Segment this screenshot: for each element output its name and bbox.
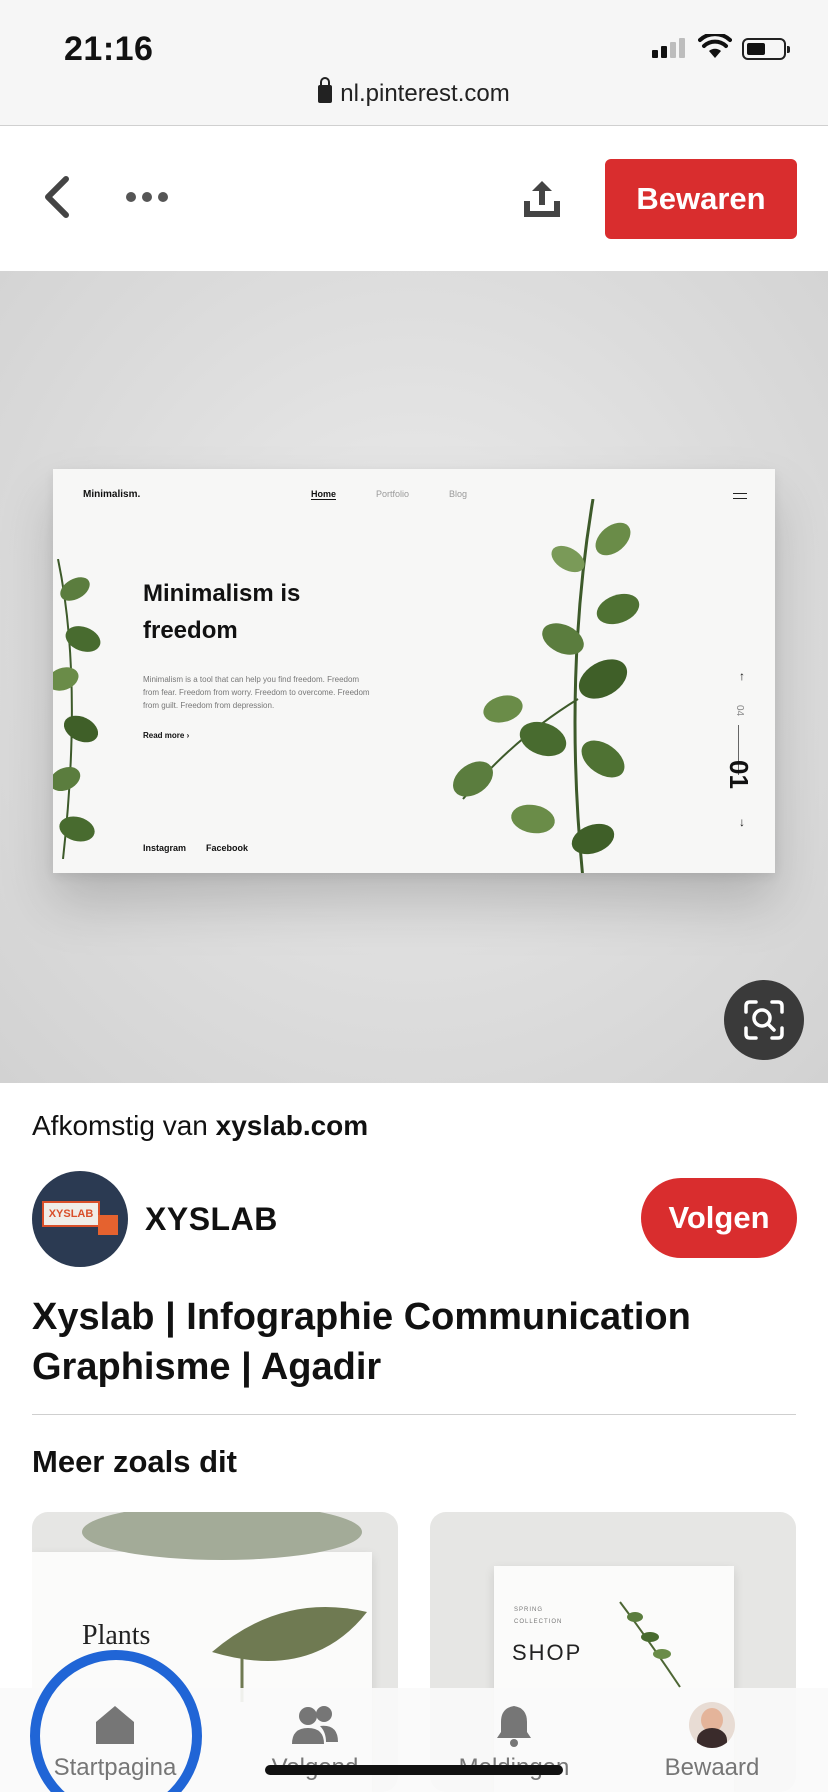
divider [32, 1414, 796, 1415]
pin-title: Xyslab | Infographie Communication Graph… [32, 1296, 691, 1388]
bell-icon [497, 1706, 531, 1747]
pin-image[interactable]: Minimalism. Home Portfolio Blog Minimali… [0, 271, 828, 1083]
creator-name[interactable]: XYSLAB [145, 1201, 278, 1238]
more-like-this-heading: Meer zoals dit [32, 1444, 237, 1479]
profile-avatar [689, 1702, 735, 1748]
bottom-tab-bar: Startpagina Volgend Meldingen Bewaard [0, 1688, 828, 1792]
mockup-slide-total: 04 [733, 704, 745, 717]
pin-top-bar: Bewaren [0, 127, 828, 271]
tab-saved[interactable]: Bewaard [622, 1702, 802, 1782]
source-prefix: Afkomstig van [32, 1110, 208, 1141]
signal-icon [652, 38, 685, 58]
mockup-nav-item: Home [311, 489, 337, 500]
mockup-link: Facebook [206, 843, 249, 853]
follow-button[interactable]: Volgen [641, 1178, 797, 1258]
source-domain[interactable]: xyslab.com [216, 1110, 369, 1141]
plant-illustration [53, 559, 101, 859]
tab-home[interactable]: Startpagina [25, 1702, 205, 1782]
lock-icon [318, 77, 333, 103]
people-icon [292, 1706, 338, 1744]
card-caption: SPRING COLLECTION [514, 1607, 563, 1625]
mockup-body-text: Minimalism is a tool that can help you f… [143, 675, 370, 710]
address-bar[interactable]: nl.pinterest.com [0, 77, 828, 108]
battery-icon [742, 38, 790, 60]
mockup-link: Instagram [143, 843, 187, 853]
chevron-left-icon[interactable] [36, 169, 82, 225]
status-bar: 21:16 nl.pinterest.com [0, 0, 828, 126]
avatar-logo-mark [98, 1215, 118, 1235]
avatar-logo-text: XYSLAB [42, 1201, 100, 1227]
arrow-down-icon: ↓ [739, 815, 745, 829]
ellipsis-icon[interactable] [126, 179, 176, 215]
home-indicator [265, 1765, 563, 1775]
visual-search-icon[interactable] [724, 980, 804, 1060]
wifi-icon [698, 34, 732, 58]
plant-illustration [453, 499, 640, 873]
mockup-slide-current: 01 [724, 760, 755, 789]
website-mockup: Minimalism. Home Portfolio Blog Minimali… [53, 469, 775, 873]
tab-label: Bewaard [664, 1754, 760, 1781]
leaf-illustration [212, 1607, 367, 1702]
mockup-read-more: Read more › [143, 731, 190, 740]
share-upload-icon[interactable] [518, 175, 566, 223]
pin-source[interactable]: Afkomstig van xyslab.com [32, 1110, 368, 1142]
save-button[interactable]: Bewaren [605, 159, 797, 239]
card-word: SHOP [512, 1640, 583, 1665]
arrow-up-icon: ↑ [739, 669, 745, 683]
hamburger-icon [733, 493, 747, 499]
url-text: nl.pinterest.com [340, 80, 510, 107]
home-icon [96, 1706, 134, 1744]
creator-avatar[interactable]: XYSLAB [32, 1171, 128, 1267]
clock: 21:16 [64, 30, 154, 68]
mockup-social-links: Instagram Facebook [143, 843, 248, 853]
plant-illustration [619, 1601, 681, 1688]
mockup-nav-item: Portfolio [376, 489, 410, 499]
card-word: Plants [82, 1620, 151, 1651]
mockup-brand: Minimalism. [83, 489, 141, 500]
mockup-headline: Minimalism is freedom [143, 580, 301, 644]
leaf-illustration [82, 1512, 362, 1560]
tab-label: Startpagina [53, 1754, 177, 1781]
